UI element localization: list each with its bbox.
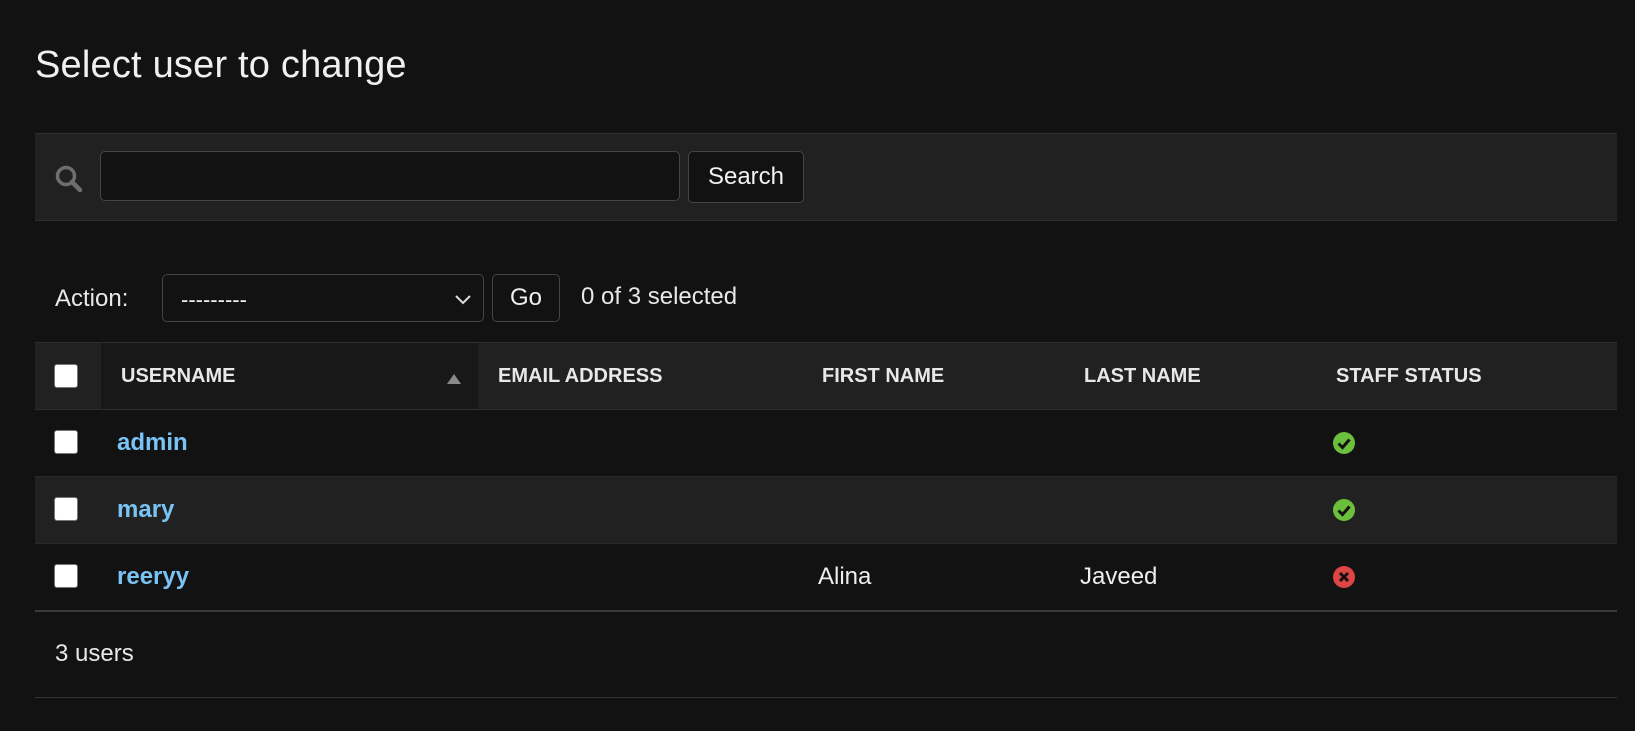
table-row: mary	[35, 476, 1617, 544]
select-all-checkbox[interactable]	[54, 364, 78, 388]
column-label-staff-status: STAFF STATUS	[1336, 364, 1482, 387]
column-header-last-name[interactable]: LAST NAME	[1064, 342, 1316, 410]
divider	[35, 697, 1617, 698]
row-select-cell	[35, 476, 101, 544]
sort-asc-icon[interactable]	[446, 373, 462, 385]
user-changelist-page: Select user to change Search Action: ---…	[0, 0, 1635, 731]
username-link[interactable]: reeryy	[101, 563, 189, 591]
staff-status-cell	[1316, 476, 1617, 544]
username-link[interactable]: mary	[101, 496, 174, 524]
search-button[interactable]: Search	[688, 151, 804, 203]
table-row: reeryy Alina Javeed	[35, 543, 1617, 612]
first-name-cell	[802, 409, 1064, 477]
chevron-down-icon	[455, 295, 471, 305]
email-cell	[478, 543, 802, 612]
column-label-first-name: FIRST NAME	[822, 364, 945, 387]
staff-status-cell	[1316, 543, 1617, 612]
last-name-cell: Javeed	[1064, 543, 1316, 612]
check-circle-icon	[1333, 499, 1355, 521]
action-label: Action:	[55, 285, 129, 312]
actions-bar: Action: --------- Go 0 of 3 selected	[35, 274, 935, 324]
username-cell: admin	[101, 409, 478, 477]
first-name-text: Alina	[818, 562, 872, 590]
results-table: USERNAME EMAIL ADDRESS FIRST NAME LAST N…	[35, 342, 1617, 612]
action-select[interactable]: ---------	[162, 274, 484, 322]
column-label-username: USERNAME	[121, 364, 236, 387]
row-checkbox[interactable]	[54, 563, 78, 588]
column-header-email[interactable]: EMAIL ADDRESS	[478, 342, 802, 410]
column-header-staff-status[interactable]: STAFF STATUS	[1316, 342, 1617, 410]
last-name-cell	[1064, 409, 1316, 477]
staff-status-cell	[1316, 409, 1617, 477]
column-header-username[interactable]: USERNAME	[101, 342, 478, 410]
go-button[interactable]: Go	[492, 274, 560, 322]
row-checkbox[interactable]	[54, 430, 78, 454]
column-label-last-name: LAST NAME	[1084, 364, 1201, 387]
last-name-cell	[1064, 476, 1316, 544]
row-checkbox[interactable]	[54, 497, 78, 521]
search-icon	[55, 165, 83, 193]
username-cell: mary	[101, 476, 478, 544]
column-label-email: EMAIL ADDRESS	[498, 364, 663, 387]
column-header-first-name[interactable]: FIRST NAME	[802, 342, 1064, 410]
row-select-cell	[35, 543, 101, 612]
username-cell: reeryy	[101, 543, 478, 612]
search-toolbar: Search	[35, 133, 1617, 221]
table-header-row: USERNAME EMAIL ADDRESS FIRST NAME LAST N…	[35, 342, 1617, 410]
x-circle-icon	[1333, 565, 1355, 588]
first-name-cell	[802, 476, 1064, 544]
search-input[interactable]	[100, 151, 680, 201]
result-count: 3 users	[55, 640, 134, 667]
last-name-text: Javeed	[1080, 562, 1158, 590]
select-all-header	[35, 342, 101, 410]
email-cell	[478, 476, 802, 544]
row-select-cell	[35, 409, 101, 477]
page-title: Select user to change	[35, 44, 407, 86]
check-circle-icon	[1333, 432, 1355, 454]
selection-counter: 0 of 3 selected	[581, 283, 738, 310]
email-cell	[478, 409, 802, 477]
action-select-value: ---------	[181, 287, 247, 312]
first-name-cell: Alina	[802, 543, 1064, 612]
username-link[interactable]: admin	[101, 429, 188, 457]
table-row: admin	[35, 409, 1617, 477]
